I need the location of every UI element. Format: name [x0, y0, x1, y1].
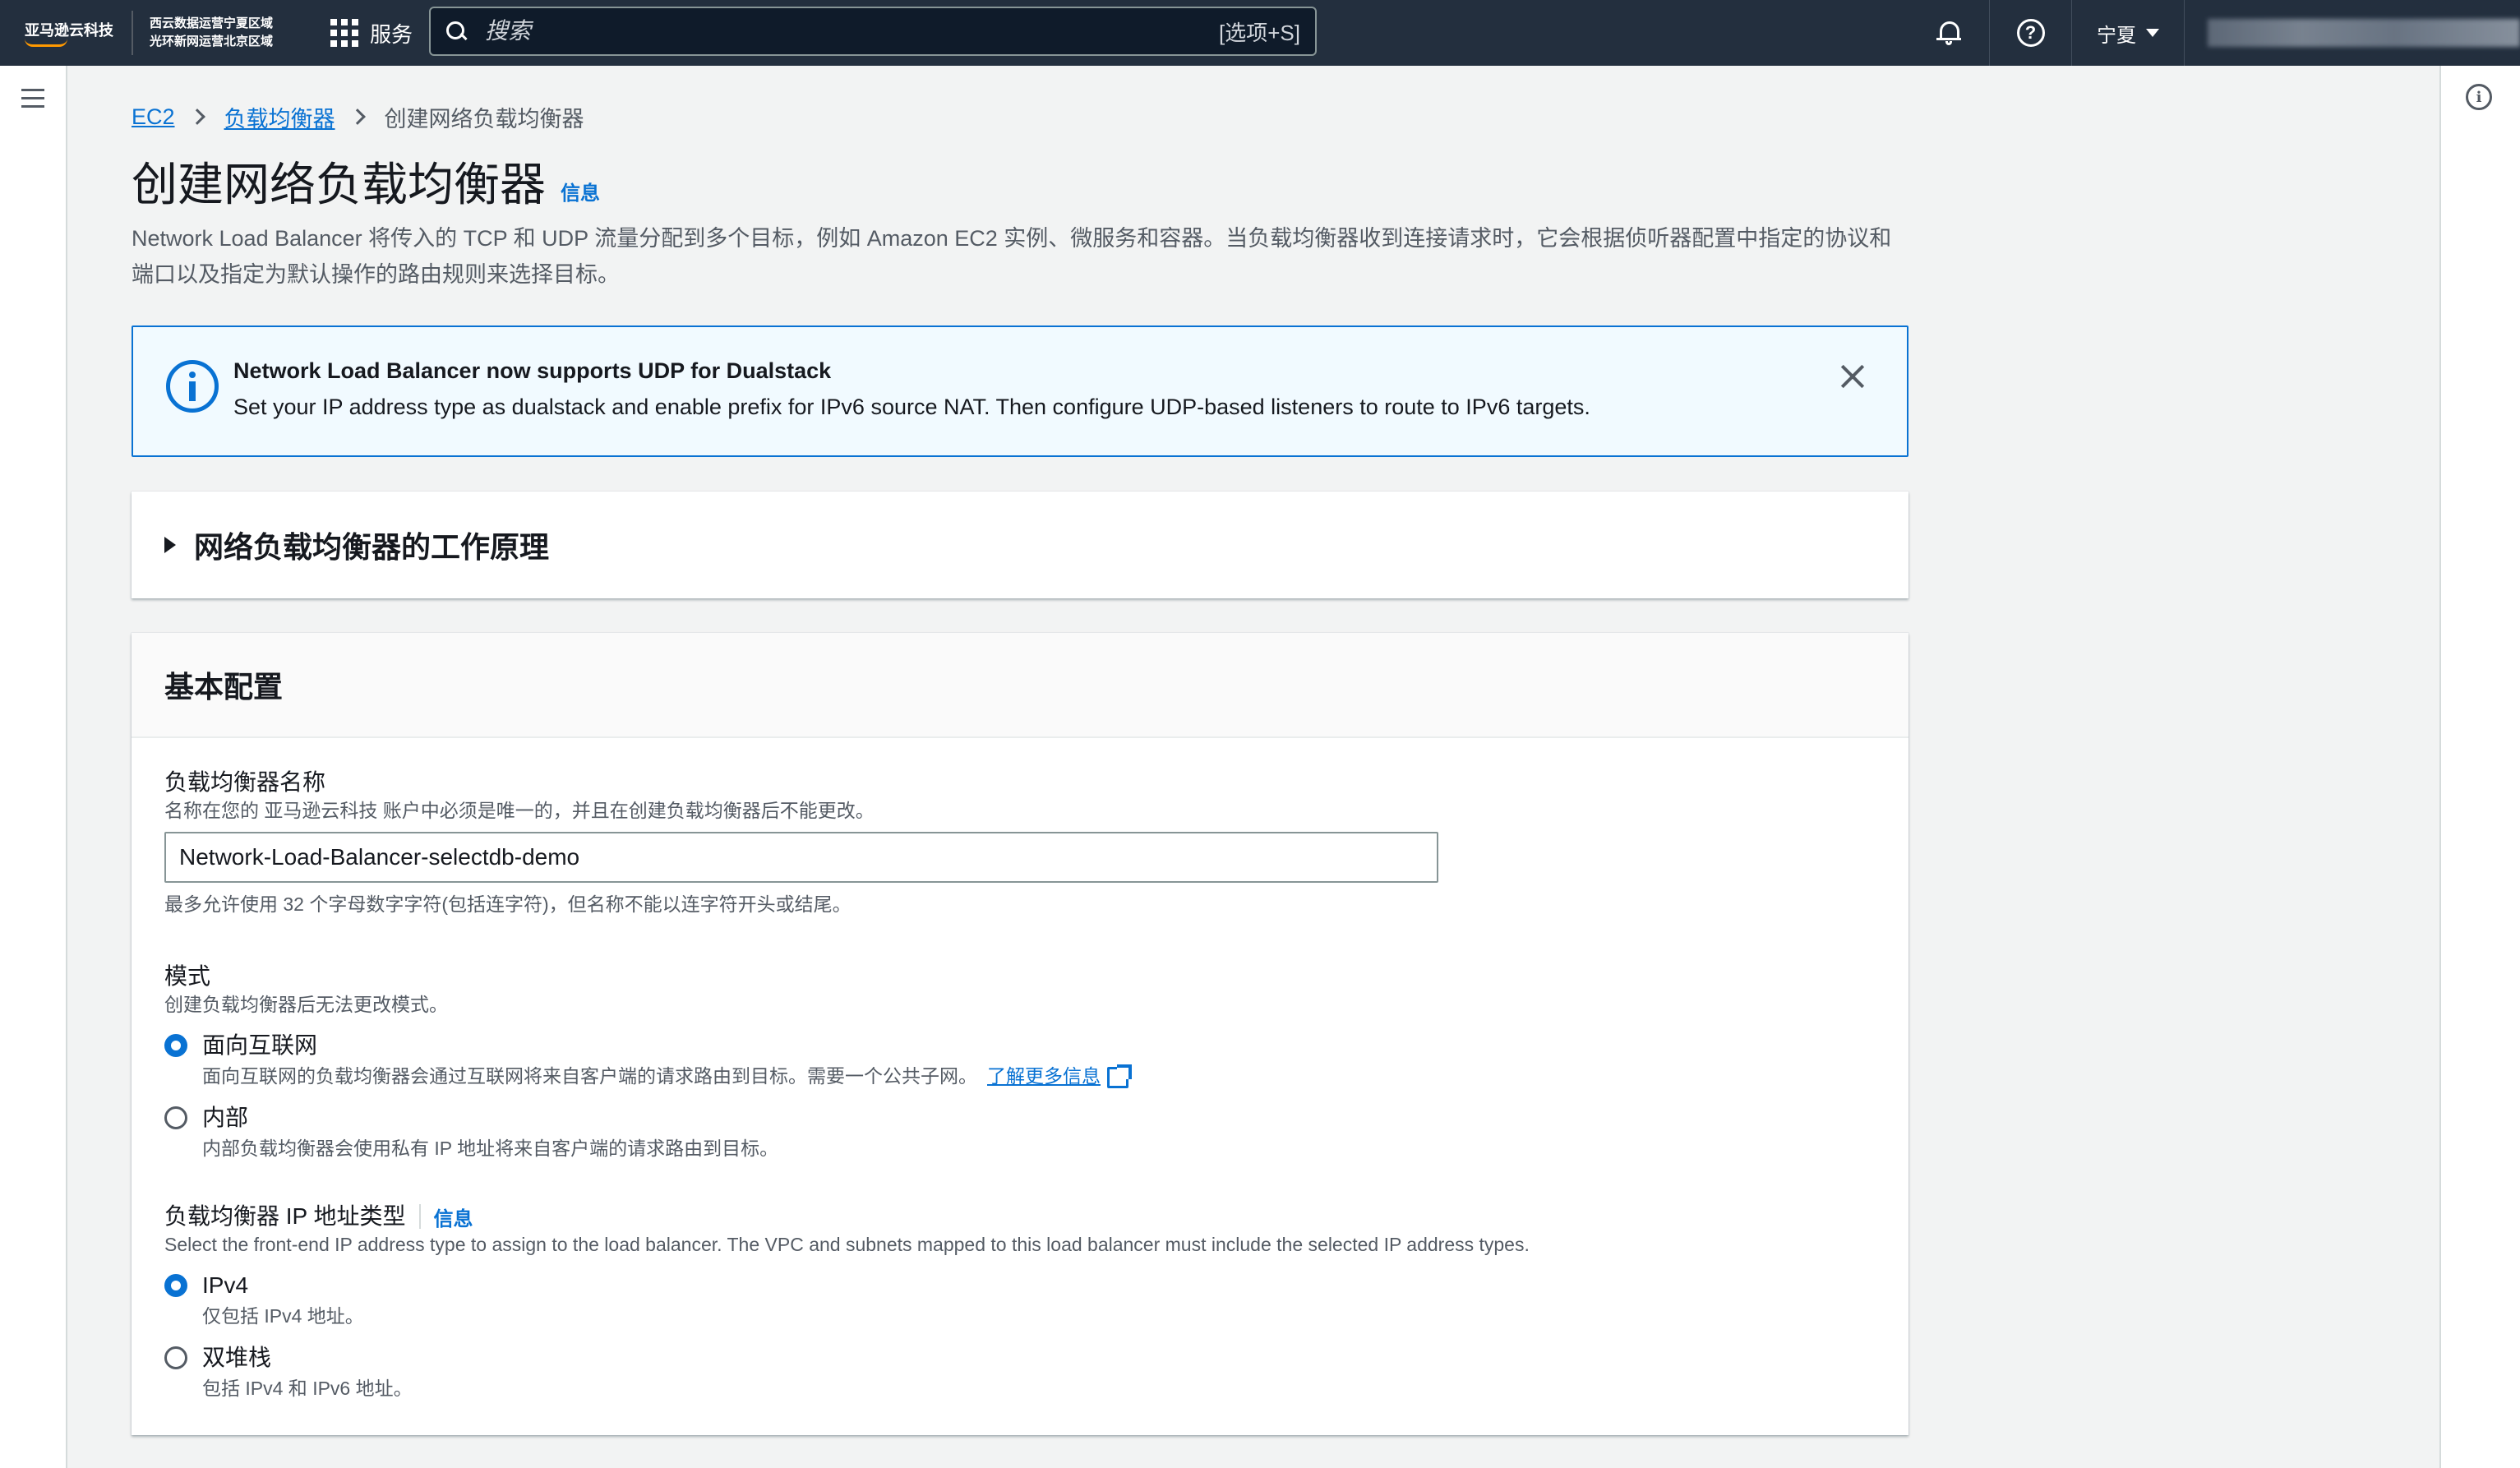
how-it-works-expander[interactable]: 网络负载均衡器的工作原理 [132, 492, 1908, 598]
brand[interactable]: 亚马逊云科技 西云数据运营宁夏区域 光环新网运营北京区域 [0, 0, 273, 66]
services-grid-icon [330, 19, 359, 47]
search-bar[interactable]: [选项+S] [429, 7, 1317, 56]
scheme-description: 创建负载均衡器后无法更改模式。 [164, 994, 448, 1015]
left-side-rail [0, 66, 67, 1468]
expander-title: 网络负载均衡器的工作原理 [194, 530, 550, 564]
panel-body: 负载均衡器名称 名称在您的 亚马逊云科技 账户中必须是唯一的，并且在创建负载均衡… [132, 738, 1908, 1402]
radio-description-text: 面向互联网的负载均衡器会通过互联网将来自客户端的请求路由到目标。需要一个公共子网… [202, 1065, 977, 1087]
ip-type-description: Select the front-end IP address type to … [164, 1234, 1530, 1255]
ip-type-label-row: 负载均衡器 IP 地址类型 信息 [164, 1202, 1908, 1231]
bell-icon [1936, 20, 1961, 46]
info-panel-icon[interactable]: i [2466, 84, 2492, 110]
brand-region-line2: 光环新网运营北京区域 [150, 35, 274, 48]
close-icon[interactable] [1839, 363, 1866, 390]
page-title: 创建网络负载均衡器 [132, 159, 546, 210]
main-content: EC2 负载均衡器 创建网络负载均衡器 创建网络负载均衡器 信息 Network… [132, 66, 1908, 1435]
info-icon [166, 360, 219, 413]
chevron-right-icon [348, 108, 366, 125]
breadcrumb-current: 创建网络负载均衡器 [384, 106, 584, 132]
breadcrumb: EC2 负载均衡器 创建网络负载均衡器 [132, 100, 1908, 133]
breadcrumb-ec2-link[interactable]: EC2 [132, 104, 175, 130]
ip-type-section: 负载均衡器 IP 地址类型 信息 Select the front-end IP… [164, 1202, 1908, 1402]
brand-logo[interactable]: 亚马逊云科技 [25, 19, 113, 47]
info-alert: Network Load Balancer now supports UDP f… [132, 325, 1908, 457]
radio-description: 包括 IPv4 和 IPv6 地址。 [202, 1378, 413, 1399]
radio-button[interactable] [164, 1346, 187, 1369]
ip-type-label: 负载均衡器 IP 地址类型 [164, 1203, 406, 1229]
menu-toggle-icon[interactable] [21, 89, 44, 108]
panel-header: 基本配置 [132, 633, 1908, 738]
alert-text: Set your IP address type as dualstack an… [233, 395, 1590, 419]
scheme-section: 模式 创建负载均衡器后无法更改模式。 面向互联网 面向互联网的负载均衡器会通过互… [164, 962, 1908, 1162]
radio-label: IPv4 [202, 1272, 249, 1298]
external-link-icon [1107, 1064, 1132, 1088]
help-button[interactable]: ? [1990, 0, 2072, 66]
brand-region-line1: 西云数据运营宁夏区域 [150, 16, 274, 30]
ip-type-option-ipv4[interactable]: IPv4 仅包括 IPv4 地址。 [164, 1271, 1908, 1330]
brand-name: 亚马逊云科技 [25, 22, 113, 39]
radio-description: 内部负载均衡器会使用私有 IP 地址将来自客户端的请求路由到目标。 [202, 1138, 779, 1159]
ip-type-option-dualstack[interactable]: 双堆栈 包括 IPv4 和 IPv6 地址。 [164, 1343, 1908, 1402]
caret-down-icon [2146, 29, 2159, 37]
right-side-rail: i [2439, 66, 2520, 1468]
scheme-option-internet-facing[interactable]: 面向互联网 面向互联网的负载均衡器会通过互联网将来自客户端的请求路由到目标。需要… [164, 1031, 1908, 1090]
radio-button-checked[interactable] [164, 1034, 187, 1057]
page-info-link[interactable]: 信息 [561, 177, 600, 205]
learn-more-link[interactable]: 了解更多信息 [987, 1064, 1132, 1088]
help-icon: ? [2016, 19, 2045, 47]
brand-smile-icon [25, 39, 67, 47]
panel-title: 基本配置 [164, 670, 284, 704]
notifications-button[interactable] [1908, 0, 1990, 66]
region-selector-label: 宁夏 [2097, 24, 2136, 47]
radio-button-checked[interactable] [164, 1274, 187, 1297]
brand-region: 西云数据运营宁夏区域 光环新网运营北京区域 [150, 15, 273, 51]
radio-label: 双堆栈 [202, 1345, 272, 1370]
services-label: 服务 [370, 21, 413, 47]
radio-description: 仅包括 IPv4 地址。 [202, 1305, 364, 1327]
name-field-label: 负载均衡器名称 [164, 769, 326, 795]
alert-title: Network Load Balancer now supports UDP f… [233, 358, 832, 383]
radio-button[interactable] [164, 1106, 187, 1129]
ip-type-info-link[interactable]: 信息 [434, 1203, 473, 1231]
scheme-label: 模式 [164, 963, 211, 989]
breadcrumb-load-balancers-link[interactable]: 负载均衡器 [224, 101, 335, 133]
chevron-right-icon [188, 108, 205, 125]
label-divider [418, 1204, 421, 1229]
search-icon [445, 21, 467, 42]
search-input[interactable] [485, 18, 1220, 44]
nav-right: ? 宁夏 [1908, 0, 2520, 66]
top-navigation: 亚马逊云科技 西云数据运营宁夏区域 光环新网运营北京区域 服务 [选项+S] ?… [0, 0, 2520, 66]
name-field-description: 名称在您的 亚马逊云科技 账户中必须是唯一的，并且在创建负载均衡器后不能更改。 [164, 800, 875, 821]
radio-label: 面向互联网 [202, 1032, 318, 1058]
title-row: 创建网络负载均衡器 信息 [132, 156, 1908, 214]
radio-description: 面向互联网的负载均衡器会通过互联网将来自客户端的请求路由到目标。需要一个公共子网… [202, 1062, 1132, 1090]
radio-label: 内部 [202, 1105, 249, 1130]
page-description: Network Load Balancer 将传入的 TCP 和 UDP 流量分… [132, 226, 1892, 287]
search-shortcut-hint: [选项+S] [1219, 20, 1300, 45]
name-field-constraint: 最多允许使用 32 个字母数字字符(包括连字符)，但名称不能以连字符开头或结尾。 [164, 893, 852, 915]
basic-config-panel: 基本配置 负载均衡器名称 名称在您的 亚马逊云科技 账户中必须是唯一的，并且在创… [132, 633, 1908, 1435]
region-selector[interactable]: 宁夏 [2072, 0, 2185, 66]
account-menu-redacted[interactable] [2208, 19, 2520, 47]
services-menu-button[interactable]: 服务 [330, 18, 413, 48]
load-balancer-name-input[interactable] [164, 832, 1438, 883]
learn-more-label: 了解更多信息 [987, 1065, 1101, 1087]
caret-right-icon [164, 537, 176, 553]
scheme-option-internal[interactable]: 内部 内部负载均衡器会使用私有 IP 地址将来自客户端的请求路由到目标。 [164, 1103, 1908, 1162]
brand-divider [132, 11, 133, 55]
name-field-section: 负载均衡器名称 名称在您的 亚马逊云科技 账户中必须是唯一的，并且在创建负载均衡… [164, 768, 1908, 917]
